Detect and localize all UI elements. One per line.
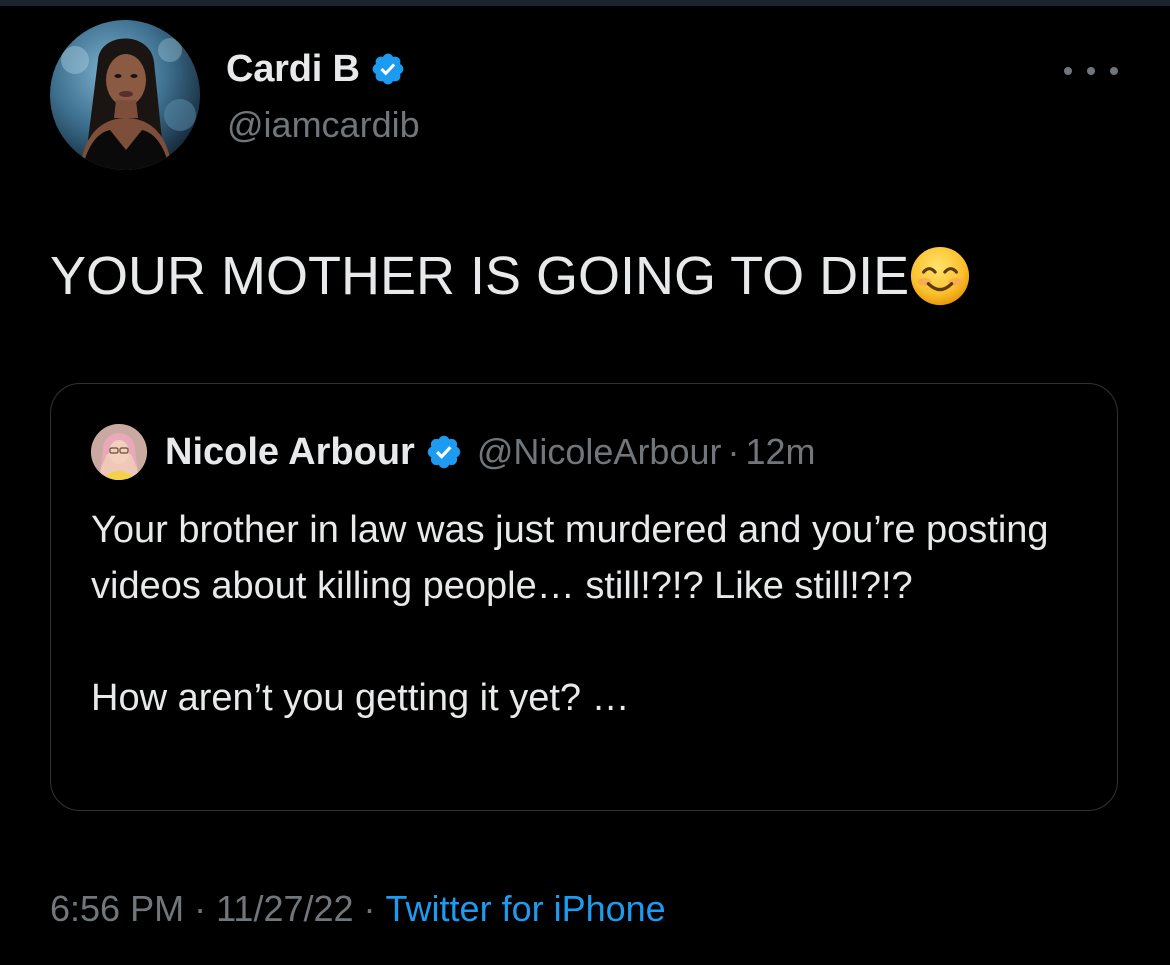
- smiling-face-emoji-icon: [909, 245, 971, 307]
- quoted-tweet-card[interactable]: Nicole Arbour @NicoleArbour · 12m Your b…: [50, 383, 1118, 811]
- quoted-author-avatar[interactable]: [91, 424, 147, 480]
- more-options-button[interactable]: [1064, 56, 1118, 86]
- more-options-icon: [1064, 67, 1072, 75]
- quoted-meta-separator: ·: [727, 431, 740, 472]
- meta-separator: ·: [194, 888, 207, 929]
- more-options-icon-dot: [1087, 67, 1095, 75]
- tweet-time[interactable]: 6:56 PM: [50, 888, 184, 930]
- quoted-tweet-paragraph: Your brother in law was just murdered an…: [91, 509, 1049, 607]
- avatar-photo: [50, 20, 200, 170]
- tweet-text-content: YOUR MOTHER IS GOING TO DIE: [50, 246, 910, 306]
- tweet-date[interactable]: 11/27/22: [216, 888, 353, 930]
- quoted-author-handle[interactable]: @NicoleArbour: [477, 431, 722, 473]
- quoted-tweet-time[interactable]: 12m: [745, 431, 815, 473]
- author-name-row[interactable]: Cardi B: [226, 44, 406, 94]
- verified-badge-icon: [425, 433, 463, 471]
- quoted-avatar-photo: [91, 424, 147, 480]
- more-options-icon-dot: [1110, 67, 1118, 75]
- author-handle[interactable]: @iamcardib: [227, 104, 420, 146]
- quoted-tweet-header: Nicole Arbour @NicoleArbour · 12m: [91, 424, 816, 480]
- quoted-tweet-paragraph: How aren’t you getting it yet? …: [91, 677, 630, 719]
- verified-badge-icon: [370, 51, 406, 87]
- meta-separator: ·: [363, 888, 376, 929]
- tweet-text: YOUR MOTHER IS GOING TO DIE: [50, 238, 971, 314]
- tweet-source-link[interactable]: Twitter for iPhone: [386, 888, 666, 930]
- author-avatar[interactable]: [50, 20, 200, 170]
- tweet-meta-row: 6:56 PM · 11/27/22 · Twitter for iPhone: [50, 888, 666, 930]
- top-edge-strip: [0, 0, 1170, 6]
- quoted-tweet-body: Your brother in law was just murdered an…: [91, 502, 1091, 726]
- author-display-name[interactable]: Cardi B: [226, 48, 360, 91]
- quoted-author-display-name[interactable]: Nicole Arbour: [165, 431, 415, 474]
